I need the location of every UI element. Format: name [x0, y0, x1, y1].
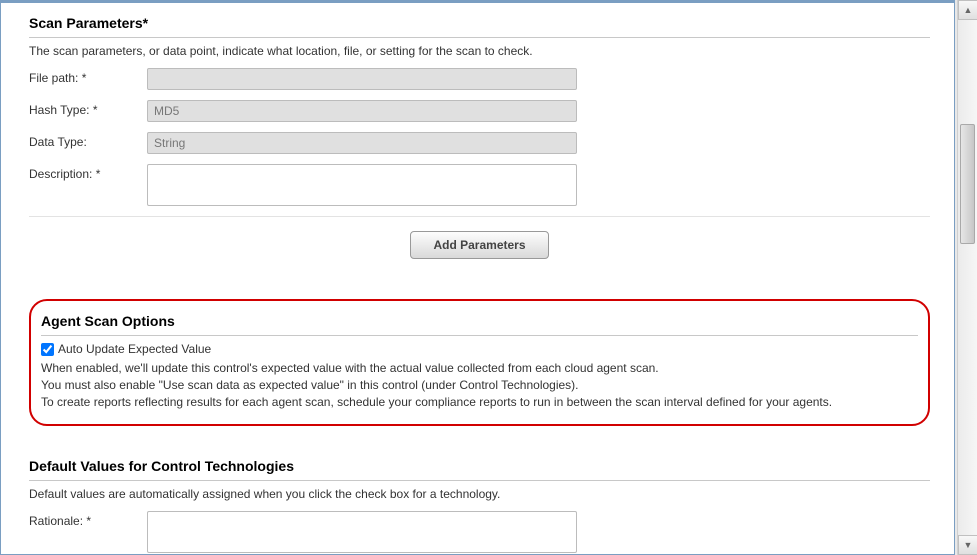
default-values-title: Default Values for Control Technologies	[29, 454, 930, 481]
auto-update-checkbox[interactable]	[41, 343, 54, 356]
scan-parameters-desc: The scan parameters, or data point, indi…	[29, 44, 930, 58]
file-path-input[interactable]	[147, 68, 577, 90]
agent-help-line1: When enabled, we'll update this control'…	[41, 360, 918, 377]
hash-type-label: Hash Type: *	[29, 100, 147, 117]
divider	[29, 216, 930, 217]
data-type-label: Data Type:	[29, 132, 147, 149]
data-type-input[interactable]	[147, 132, 577, 154]
rationale-label: Rationale: *	[29, 511, 147, 528]
auto-update-label: Auto Update Expected Value	[58, 342, 211, 356]
agent-scan-options-highlight: Agent Scan Options Auto Update Expected …	[29, 299, 930, 426]
hash-type-input[interactable]	[147, 100, 577, 122]
scroll-up-arrow-icon[interactable]: ▲	[958, 0, 977, 20]
add-parameters-button[interactable]: Add Parameters	[410, 231, 548, 259]
agent-help-line3: To create reports reflecting results for…	[41, 394, 918, 411]
agent-help-line2: You must also enable "Use scan data as e…	[41, 377, 918, 394]
scrollbar-thumb[interactable]	[960, 124, 975, 244]
scrollbar-track[interactable]	[958, 20, 977, 535]
scroll-down-arrow-icon[interactable]: ▼	[958, 535, 977, 555]
file-path-label: File path: *	[29, 68, 147, 85]
scan-parameters-title: Scan Parameters*	[29, 11, 930, 38]
agent-scan-options-title: Agent Scan Options	[41, 309, 918, 336]
description-input[interactable]	[147, 164, 577, 206]
rationale-input[interactable]	[147, 511, 577, 553]
vertical-scrollbar[interactable]: ▲ ▼	[957, 0, 977, 555]
default-values-desc: Default values are automatically assigne…	[29, 487, 930, 501]
description-label: Description: *	[29, 164, 147, 181]
